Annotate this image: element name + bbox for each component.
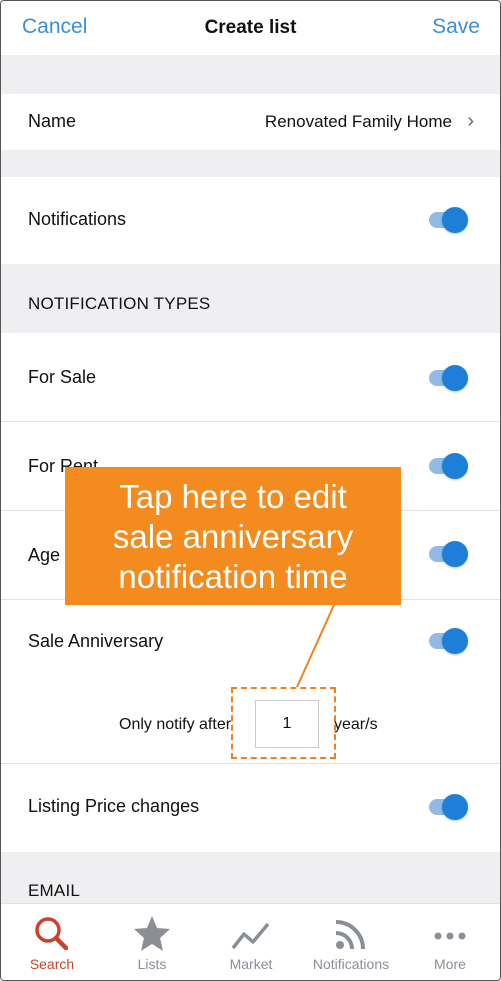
search-icon: [35, 917, 69, 951]
more-dots-icon: [434, 932, 466, 940]
name-row[interactable]: Name Renovated Family Home ›: [1, 94, 500, 150]
tab-label: Market: [229, 956, 273, 972]
sale-anniversary-label: Sale Anniversary: [28, 631, 164, 651]
tab-search[interactable]: Search: [2, 904, 102, 980]
for-sale-toggle[interactable]: [429, 365, 469, 391]
tab-bar: Search Lists Market Notifications More: [1, 903, 500, 980]
notifications-row: Notifications: [1, 177, 500, 264]
navigation-bar: Cancel Create list Save: [1, 1, 500, 55]
for-rent-toggle[interactable]: [429, 453, 469, 479]
for-sale-label: For Sale: [28, 367, 97, 387]
age-toggle[interactable]: [429, 541, 469, 567]
tab-label: Notifications: [312, 956, 390, 972]
toggle-knob: [442, 628, 468, 654]
toggle-knob: [442, 453, 468, 479]
name-value: Renovated Family Home: [264, 112, 452, 131]
app-frame: Cancel Create list Save Name Renovated F…: [0, 0, 501, 981]
notification-types-heading: NOTIFICATION TYPES: [28, 294, 211, 313]
name-label: Name: [28, 111, 77, 131]
callout-line-2: sale anniversary: [112, 518, 354, 555]
listing-price-label: Listing Price changes: [28, 796, 200, 816]
listing-price-toggle[interactable]: [429, 794, 469, 820]
listing-price-row: Listing Price changes: [1, 764, 500, 852]
trend-line-icon: [231, 922, 270, 950]
chevron-right-icon: ›: [467, 110, 474, 132]
save-button[interactable]: Save: [432, 15, 480, 39]
tab-lists[interactable]: Lists: [102, 904, 202, 980]
age-label: Age: [28, 545, 61, 565]
sale-anniversary-toggle[interactable]: [429, 628, 469, 654]
toggle-knob: [442, 794, 468, 820]
tab-more[interactable]: More: [400, 904, 500, 980]
toggle-knob: [442, 365, 468, 391]
toggle-knob: [442, 541, 468, 567]
tab-label: Lists: [137, 956, 167, 972]
page-title: Create list: [204, 17, 297, 38]
callout-line-3: notification time: [118, 558, 348, 595]
tutorial-callout: Tap here to edit sale anniversary notifi…: [65, 467, 401, 605]
years-unit-label: year/s: [334, 716, 378, 733]
notifications-toggle[interactable]: [429, 207, 469, 233]
notify-after-label: Only notify after: [119, 716, 232, 733]
email-heading: EMAIL: [28, 881, 81, 900]
highlight-box: [231, 687, 336, 759]
rss-icon: [335, 920, 365, 950]
for-sale-row: For Sale: [1, 333, 500, 421]
tab-market[interactable]: Market: [201, 904, 301, 980]
callout-line-1: Tap here to edit: [119, 478, 347, 515]
star-icon: [134, 916, 170, 951]
tab-notifications[interactable]: Notifications: [301, 904, 401, 980]
notifications-label: Notifications: [28, 209, 127, 229]
tab-label: Search: [29, 956, 75, 972]
toggle-knob: [442, 207, 468, 233]
tab-label: More: [434, 956, 466, 972]
